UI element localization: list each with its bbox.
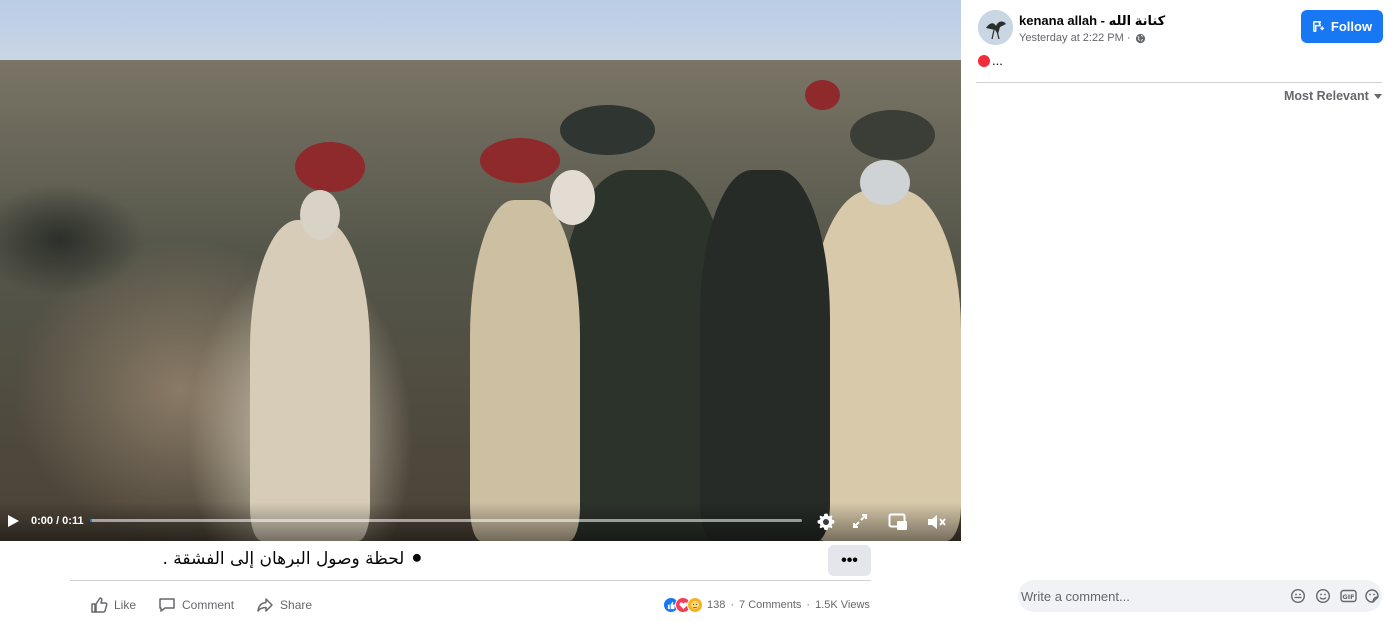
share-label: Share — [280, 598, 313, 612]
svg-text:GIF: GIF — [1342, 593, 1354, 601]
like-icon — [91, 597, 108, 613]
share-button[interactable]: Share — [256, 596, 312, 614]
red-circle-icon — [978, 54, 990, 67]
comment-icon — [159, 598, 175, 612]
facebook-video-post: 0:00 / 0:11 ⚫ لحظة وصول البرهان إلى الفش… — [0, 0, 1392, 622]
post-caption-row: ⚫ لحظة وصول البرهان إلى الفشقة . ••• — [70, 545, 871, 581]
globe-icon — [1135, 33, 1145, 43]
volume-muted-icon[interactable] — [925, 512, 947, 532]
video-cap — [850, 110, 935, 160]
video-progress-fill — [90, 519, 93, 522]
share-icon — [257, 598, 273, 612]
post-text: ... — [978, 53, 1003, 68]
follow-button[interactable]: Follow — [1301, 10, 1383, 43]
gif-icon[interactable]: GIF — [1340, 588, 1357, 604]
page-name-link[interactable]: kenana allah - كنانة الله — [1019, 13, 1165, 29]
follow-label: Follow — [1330, 19, 1373, 34]
comment-sort-dropdown[interactable]: Most Relevant — [1284, 89, 1383, 103]
post-side-panel: kenana allah - كنانة الله Yesterday at 2… — [961, 0, 1392, 622]
comment-count[interactable]: 7 Comments — [739, 599, 801, 611]
sticker-icon[interactable] — [1364, 588, 1380, 604]
play-icon[interactable] — [4, 512, 22, 530]
settings-icon[interactable] — [815, 511, 837, 533]
caret-down-icon — [1373, 94, 1382, 99]
video-beret — [805, 80, 840, 110]
video-figure — [810, 190, 961, 541]
comment-label: Comment — [182, 598, 235, 612]
page-avatar[interactable] — [978, 10, 1013, 45]
stats-separator: · — [806, 599, 811, 611]
post-text-suffix[interactable]: ... — [992, 53, 1003, 68]
view-count: 1.5K Views — [815, 599, 870, 611]
video-figure — [470, 200, 580, 541]
video-time: 0:00 / 0:11 — [31, 515, 84, 527]
video-figure — [700, 170, 830, 541]
divider — [976, 82, 1382, 83]
avatar-sticker-icon[interactable] — [1290, 588, 1306, 604]
like-button[interactable]: Like — [90, 596, 136, 614]
post-caption: ⚫ لحظة وصول البرهان إلى الفشقة . — [162, 549, 424, 569]
video-player[interactable]: 0:00 / 0:11 — [0, 0, 961, 541]
fullscreen-icon[interactable] — [851, 512, 869, 530]
video-beret — [295, 142, 365, 192]
post-timestamp[interactable]: Yesterday at 2:22 PM · — [1019, 32, 1146, 44]
comment-composer[interactable]: GIF — [1018, 580, 1382, 612]
video-face — [300, 190, 340, 240]
post-actions: Like Comment Share — [90, 592, 334, 618]
reaction-count[interactable]: 138 — [707, 599, 725, 611]
video-beret — [480, 138, 560, 183]
video-cap — [560, 105, 655, 155]
more-options-button[interactable]: ••• — [828, 545, 871, 576]
like-label: Like — [114, 598, 137, 612]
comment-button[interactable]: Comment — [158, 596, 234, 614]
comment-input[interactable] — [1021, 580, 1251, 612]
emoji-icon[interactable] — [1315, 588, 1331, 604]
post-time-text: Yesterday at 2:22 PM · — [1019, 32, 1131, 44]
pip-icon[interactable] — [887, 512, 909, 532]
video-face — [860, 160, 910, 205]
video-figure — [250, 220, 370, 541]
video-face — [550, 170, 595, 225]
care-reaction-icon[interactable] — [687, 597, 703, 613]
comment-sort-label: Most Relevant — [1284, 89, 1369, 103]
follow-page-icon — [1313, 21, 1324, 32]
post-stats: 138 · 7 Comments · 1.5K Views — [663, 596, 873, 614]
video-progress-bar[interactable] — [90, 519, 802, 522]
video-controls-bar: 0:00 / 0:11 — [0, 502, 961, 541]
stats-separator: · — [730, 599, 735, 611]
